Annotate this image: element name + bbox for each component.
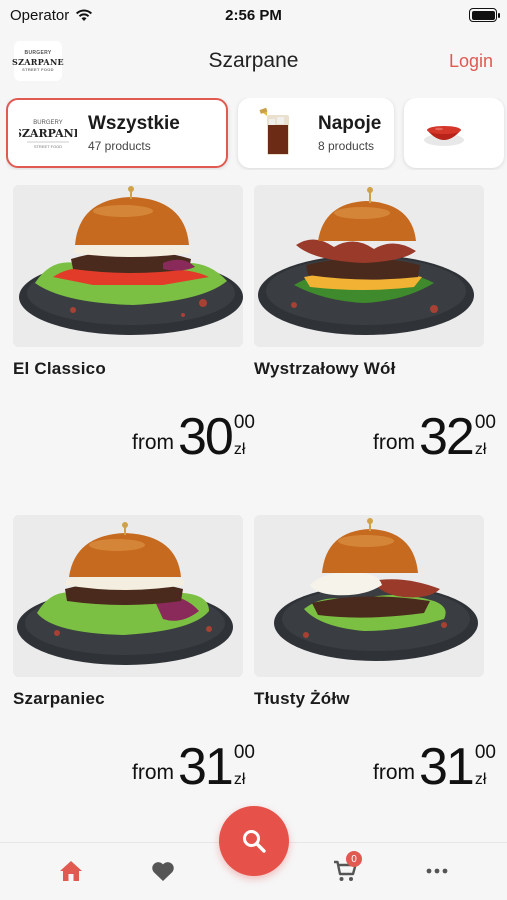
svg-text:STREET FOOD: STREET FOOD [34,144,62,149]
price-currency: zł [233,771,246,788]
search-icon [243,830,266,853]
category-name: Wszystkie [88,113,180,134]
product-price: from 31 00 zł [132,738,255,796]
product-card[interactable]: Tłusty Żółw from 31 00 zł [254,515,496,800]
price-prefix: from [373,431,416,454]
price-fraction-group: 00 zł [475,413,496,461]
product-name: Wystrzałowy Wół [254,359,396,378]
home-tab[interactable] [56,857,86,885]
home-icon [60,861,82,881]
category-name: Napoje [318,113,382,134]
cart-count-badge: 0 [346,851,362,867]
status-left: Operator [10,7,93,24]
category-text: Wszystkie 47 products [88,113,180,153]
category-all[interactable]: BURGERY SZARPANE STREET FOOD Wszystkie 4… [6,98,228,168]
more-icon [426,868,448,874]
app-header: BURGERY SZARPANE STREET FOOD Szarpane Lo… [0,36,507,86]
category-sauces[interactable] [404,98,504,168]
category-text: Napoje 8 products [318,113,381,153]
product-name: El Classico [13,359,106,378]
price-integer: 32 [419,408,475,466]
price-fraction-group: 00 zł [234,413,255,461]
product-price: from 31 00 zł [373,738,496,796]
wifi-icon [76,9,93,21]
carrier-label: Operator [10,6,70,24]
svg-text:BURGERY: BURGERY [33,120,63,126]
battery-icon [469,8,500,22]
status-bar: Operator 2:56 PM [0,0,507,30]
favorites-tab[interactable] [148,857,178,885]
product-price: from 30 00 zł [132,408,255,466]
page-title: Szarpane [208,49,299,72]
price-currency: zł [474,441,487,458]
price-cents: 00 [233,742,255,763]
product-card[interactable]: Szarpaniec from 31 00 zł [13,515,255,800]
price-integer: 30 [178,408,234,466]
product-image [13,185,243,347]
svg-text:SZARPANE: SZARPANE [19,127,77,140]
product-image [13,515,243,677]
login-button[interactable]: Login [449,51,493,72]
search-fab-button[interactable] [219,806,289,876]
sauce-bowl-icon [414,108,474,158]
price-currency: zł [474,771,487,788]
product-image [254,185,484,347]
price-fraction-group: 00 zł [475,743,496,791]
price-currency: zł [233,441,246,458]
price-integer: 31 [178,738,234,796]
price-cents: 00 [474,742,496,763]
product-name: Szarpaniec [13,689,105,708]
cart-tab[interactable]: 0 [330,851,362,885]
category-count: 47 products [88,139,151,153]
product-image [254,515,484,677]
battery-fill [471,10,495,20]
category-count: 8 products [318,139,375,153]
product-card[interactable]: El Classico from 30 00 zł [13,185,255,485]
logo-text-main: SZARPANE [12,56,64,67]
heart-icon [152,862,174,881]
logo-text-bottom: STREET FOOD [22,66,54,72]
price-prefix: from [132,431,175,454]
category-drinks[interactable]: Napoje 8 products [238,98,394,168]
price-prefix: from [132,761,175,784]
product-price: from 32 00 zł [373,408,496,466]
more-tab[interactable] [422,857,452,885]
logo-icon: BURGERY SZARPANE STREET FOOD [18,108,78,158]
price-integer: 31 [419,738,475,796]
logo-text-top: BURGERY [24,49,52,56]
product-card[interactable]: Wystrzałowy Wół from 32 00 zł [254,185,496,485]
category-carousel[interactable]: BURGERY SZARPANE STREET FOOD Wszystkie 4… [6,98,507,170]
brand-logo[interactable]: BURGERY SZARPANE STREET FOOD [12,41,64,81]
drink-icon [248,107,308,158]
price-fraction-group: 00 zł [234,743,255,791]
price-prefix: from [373,761,416,784]
price-cents: 00 [474,412,496,433]
product-name: Tłusty Żółw [254,689,350,708]
price-cents: 00 [233,412,255,433]
